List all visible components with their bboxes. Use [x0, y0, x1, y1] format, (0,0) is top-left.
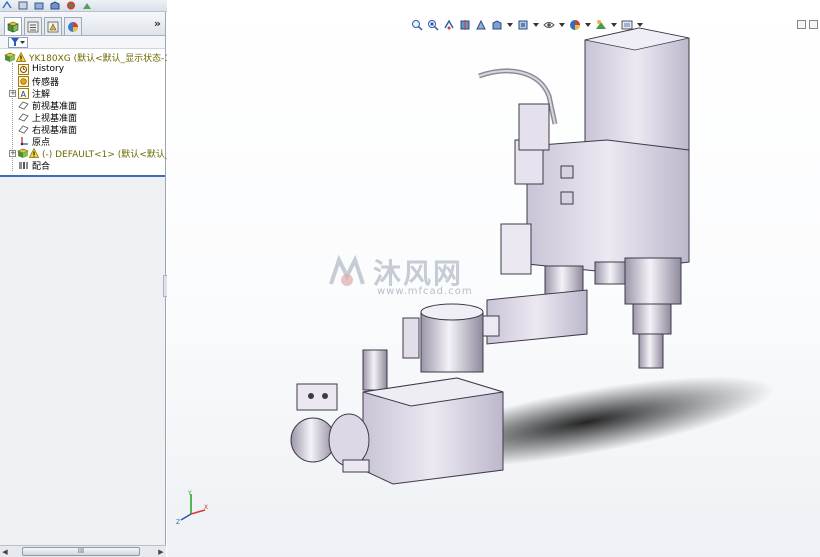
annotation-icon: A — [18, 87, 29, 99]
encoder-cylinder — [362, 349, 388, 391]
chevron-down-icon — [20, 40, 25, 44]
graphics-viewport[interactable]: 沐风网 www.mfcad.com Y X Z — [167, 0, 820, 557]
history-icon — [18, 63, 29, 75]
svg-text:A: A — [21, 90, 27, 99]
scroll-left-arrow-icon[interactable]: ◀ — [0, 548, 10, 556]
tree-item-top-plane[interactable]: 上视基准面 — [18, 111, 77, 124]
mount-plate — [560, 191, 574, 205]
feature-tree: YK180XG (默认<默认_显示状态-1> History 传感器 + A 注… — [0, 49, 178, 177]
scroll-right-arrow-icon[interactable]: ▶ — [156, 548, 166, 556]
warning-icon — [29, 148, 39, 158]
appearance-icon[interactable] — [66, 1, 76, 10]
plane-icon — [18, 125, 29, 133]
spline-shaft — [632, 303, 672, 335]
watermark-url: www.mfcad.com — [377, 286, 473, 297]
warning-icon — [16, 52, 26, 62]
svg-text:Z: Z — [176, 519, 180, 526]
origin-icon — [20, 136, 28, 145]
assembly-icon — [4, 52, 16, 62]
tree-root-label: YK180XG (默认<默认_显示状态-1> — [29, 53, 178, 64]
tree-item-history[interactable]: History — [18, 63, 64, 75]
tree-item-right-plane[interactable]: 右视基准面 — [18, 123, 77, 136]
joint-cylinder — [594, 261, 630, 285]
tree-item-mates[interactable]: 配合 — [18, 159, 51, 172]
tree-item-label: History — [32, 64, 65, 74]
cable-gland — [342, 459, 370, 473]
filter-row — [0, 36, 165, 49]
feature-manager-panel: » YK180XG (默认<默认_显示状态-1> History 传感器 + A… — [0, 12, 178, 557]
rebuild-icon[interactable] — [2, 1, 12, 10]
ball-screw-housing — [624, 257, 682, 305]
svg-text:X: X — [204, 504, 208, 511]
mount-plate — [560, 165, 574, 179]
connector-pin — [308, 393, 314, 399]
property-manager-icon — [27, 21, 39, 32]
tab-display-manager[interactable] — [64, 17, 82, 35]
scrollbar-thumb[interactable]: III — [22, 547, 140, 556]
plane-icon — [18, 113, 29, 121]
tree-item-label: 配合 — [32, 161, 51, 172]
motor-flange — [328, 413, 370, 467]
tree-item-front-plane[interactable]: 前视基准面 — [18, 99, 77, 112]
motor-end-cap — [290, 417, 336, 463]
second-arm — [486, 289, 588, 345]
mates-icon — [19, 161, 28, 169]
tree-item-sensors[interactable]: 传感器 — [18, 75, 59, 88]
feature-manager-tabs: » — [0, 12, 165, 36]
tree-item-label: (-) DEFAULT<1> (默认<默认_显 — [42, 149, 179, 160]
robot-assembly-model[interactable] — [167, 0, 820, 557]
display-icon[interactable] — [34, 1, 44, 10]
tree-item-default-part[interactable]: + (-) DEFAULT<1> (默认<默认_显 — [9, 147, 179, 160]
main-column — [526, 139, 690, 273]
tab-property-manager[interactable] — [24, 17, 42, 35]
tree-item-origin[interactable]: 原点 — [18, 135, 50, 148]
tool-flange — [638, 333, 664, 369]
sensor-bracket — [402, 317, 420, 359]
tab-configuration-manager[interactable] — [44, 17, 62, 35]
connector-pin — [322, 393, 328, 399]
horizontal-scrollbar[interactable]: ◀ III ▶ — [0, 545, 166, 557]
elbow-joint-top — [420, 303, 484, 321]
plane-icon — [18, 101, 29, 109]
panel-expand-button[interactable]: » — [154, 17, 161, 30]
elbow-joint — [420, 311, 484, 373]
reference-triad-icon: Y X Z — [176, 490, 208, 526]
part-icon — [17, 148, 29, 158]
filter-icon — [11, 38, 19, 46]
sensor-icon — [18, 75, 29, 87]
feature-tree-icon — [7, 21, 19, 32]
tree-root-assembly[interactable]: YK180XG (默认<默认_显示状态-1> — [4, 51, 178, 64]
tab-feature-tree[interactable] — [4, 17, 22, 35]
junction-box — [500, 223, 532, 275]
svg-text:Y: Y — [187, 490, 192, 497]
options-icon[interactable] — [18, 1, 28, 10]
display-manager-icon — [68, 21, 78, 32]
scene-icon[interactable] — [82, 1, 92, 10]
view-cube-icon[interactable] — [50, 1, 60, 10]
expand-toggle[interactable]: + — [9, 149, 16, 157]
filter-button[interactable] — [8, 36, 28, 48]
configuration-manager-icon — [47, 21, 59, 32]
watermark-logo-icon — [329, 254, 365, 286]
expand-toggle[interactable]: + — [9, 89, 16, 97]
cable-bracket — [518, 103, 550, 151]
front-connector — [296, 383, 338, 411]
tree-item-annotations[interactable]: + A 注解 — [9, 87, 50, 100]
